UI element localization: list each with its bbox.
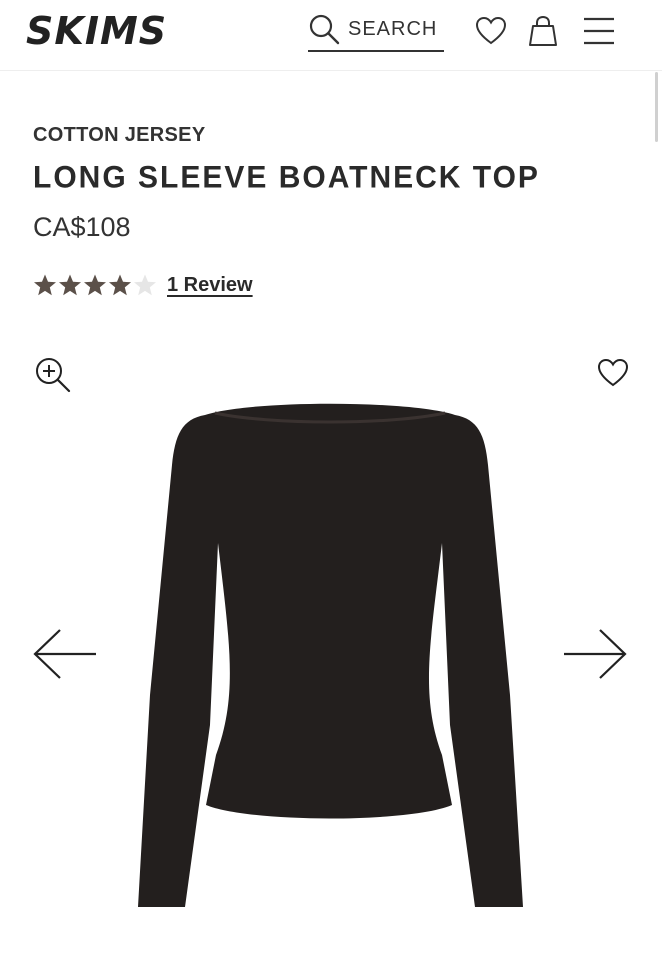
star-icon bbox=[34, 274, 56, 296]
brand-logo[interactable]: SKIMS bbox=[26, 10, 188, 50]
brand-logo-text: SKIMS bbox=[26, 10, 167, 50]
star-empty-icon bbox=[134, 274, 156, 296]
page-scrollbar[interactable] bbox=[655, 72, 658, 142]
star-icon bbox=[84, 274, 106, 296]
star-icon bbox=[109, 274, 131, 296]
gallery-wishlist-button[interactable] bbox=[596, 356, 630, 390]
product-category[interactable]: COTTON JERSEY bbox=[33, 124, 205, 147]
search-icon bbox=[309, 14, 340, 45]
zoom-button[interactable] bbox=[34, 356, 72, 394]
zoom-in-icon bbox=[36, 358, 71, 393]
reviews-link[interactable]: 1 Review bbox=[167, 274, 253, 297]
product-price: CA$108 bbox=[33, 212, 131, 242]
menu-icon bbox=[584, 17, 614, 45]
site-header: SKIMS SEARCH bbox=[0, 0, 662, 71]
star-icon bbox=[59, 274, 81, 296]
heart-icon bbox=[597, 358, 629, 387]
search-bar[interactable]: SEARCH bbox=[308, 8, 444, 52]
cart-button[interactable] bbox=[526, 14, 560, 48]
menu-button[interactable] bbox=[582, 14, 616, 48]
next-image-button[interactable] bbox=[564, 628, 628, 680]
previous-image-button[interactable] bbox=[32, 628, 96, 680]
product-image bbox=[138, 403, 523, 907]
heart-icon bbox=[475, 16, 507, 45]
wishlist-button[interactable] bbox=[474, 14, 508, 48]
arrow-right-icon bbox=[564, 629, 627, 679]
search-label: SEARCH bbox=[348, 17, 438, 40]
arrow-left-icon bbox=[33, 629, 96, 679]
star-rating bbox=[33, 270, 158, 300]
bag-icon bbox=[529, 15, 557, 46]
product-title: LONG SLEEVE BOATNECK TOP bbox=[33, 160, 540, 195]
